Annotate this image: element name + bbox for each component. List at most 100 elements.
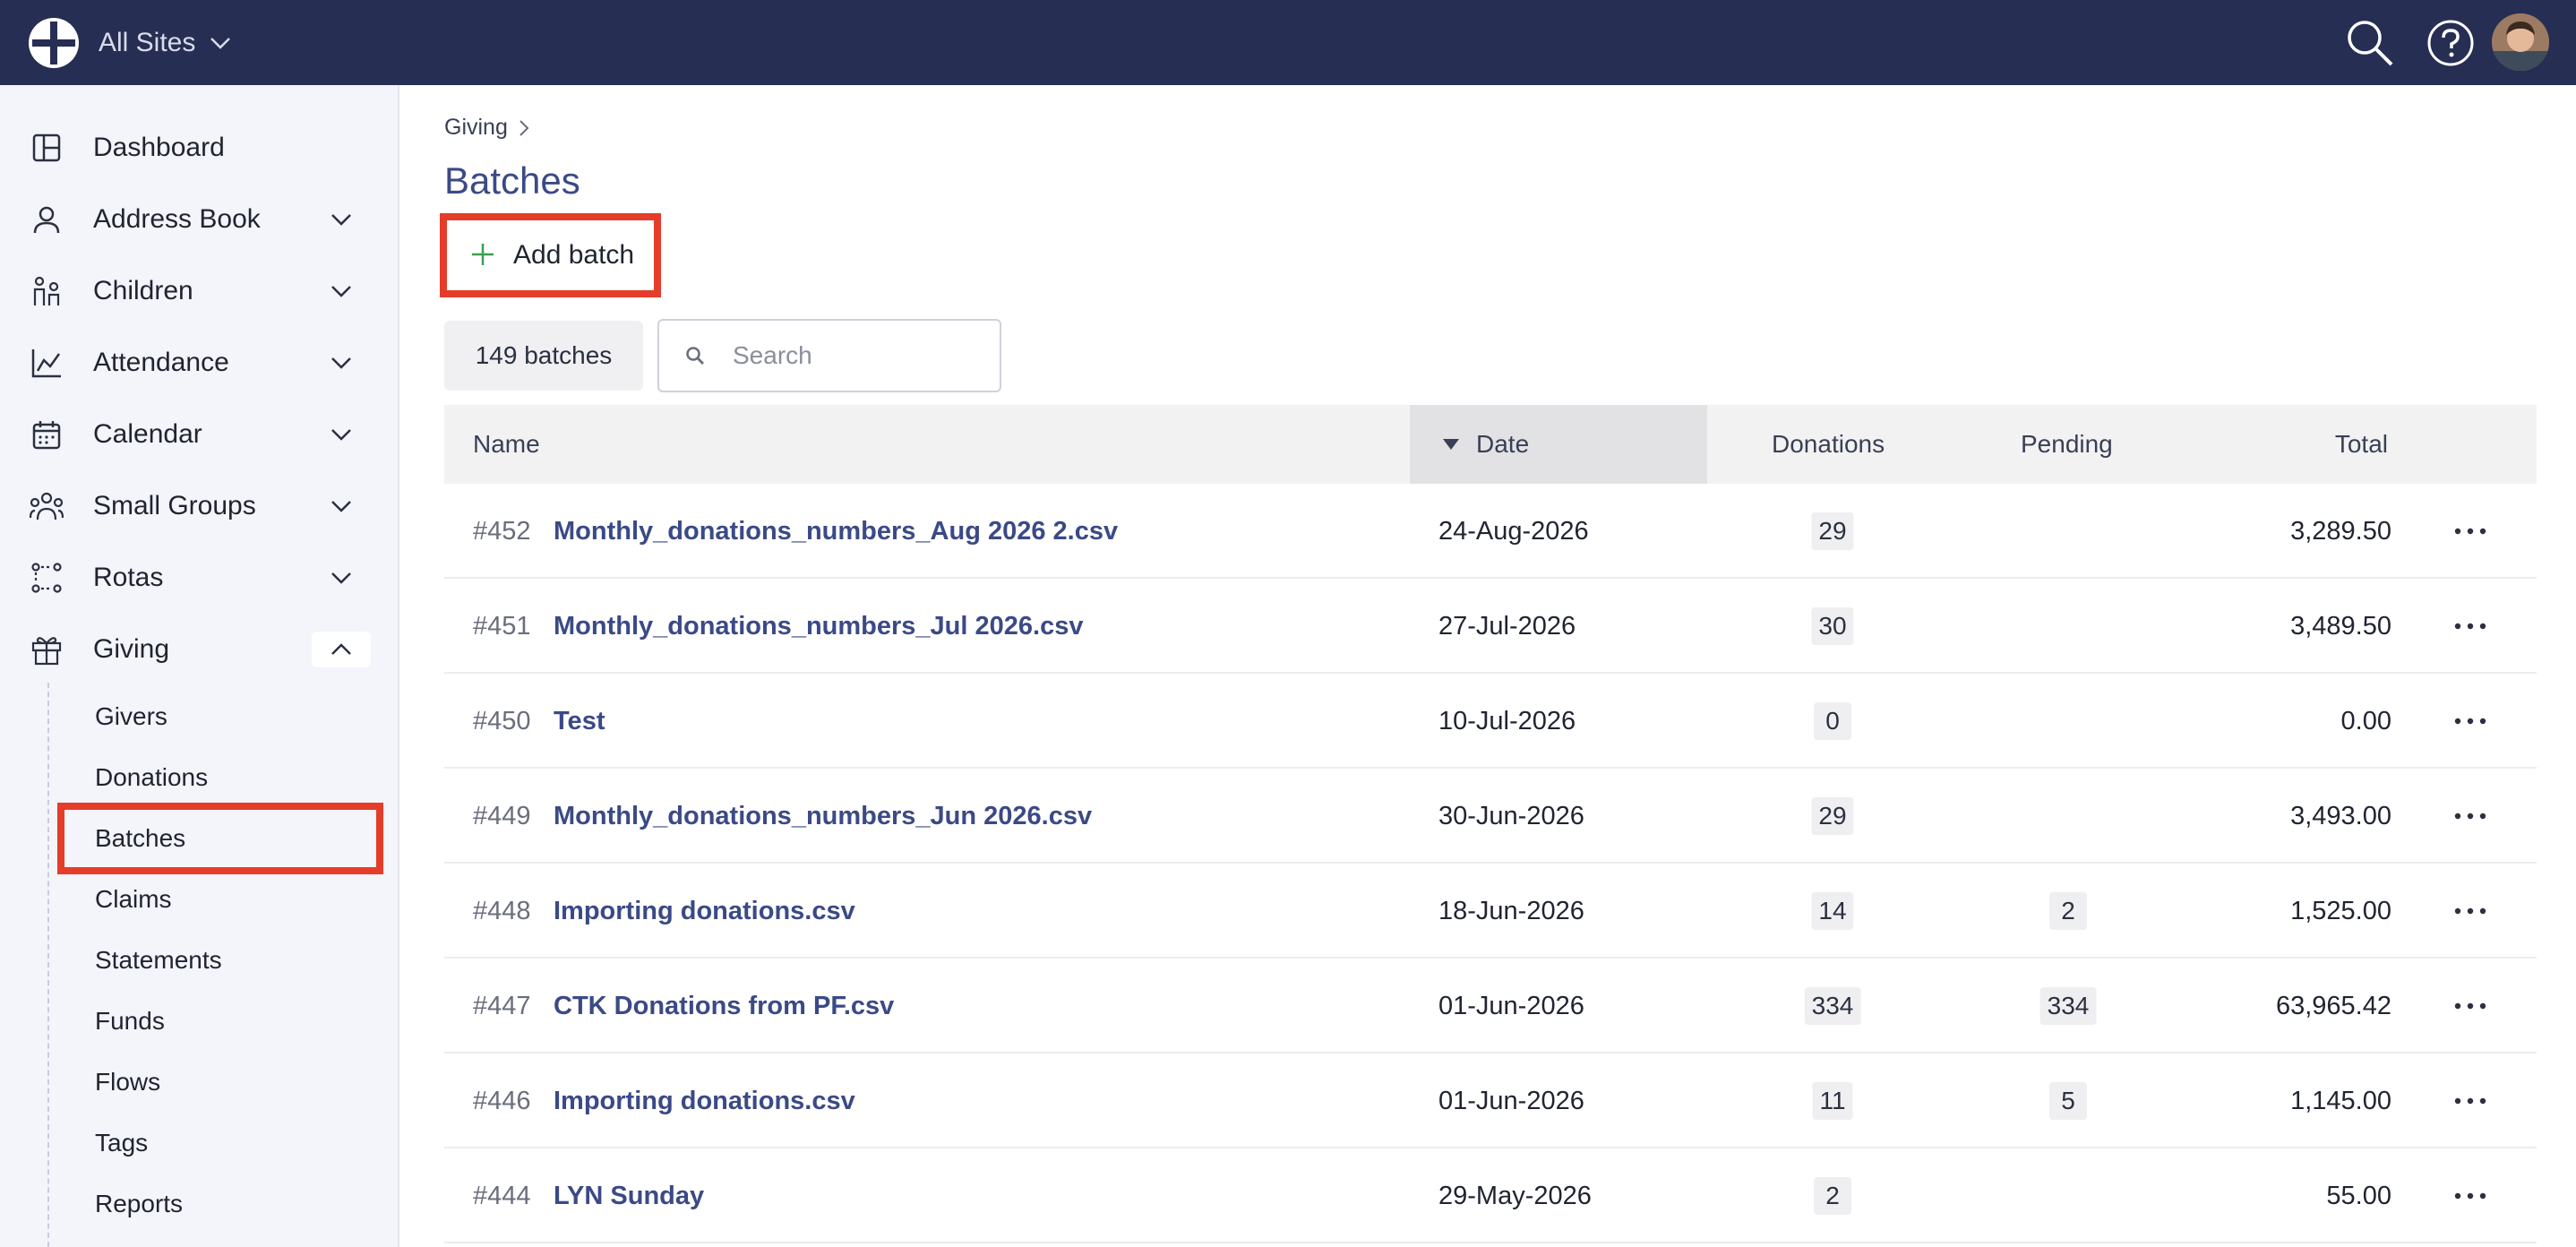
sidebar-item-label: Dashboard: [93, 133, 225, 162]
batch-id: #446: [473, 1086, 531, 1115]
donations-count-badge: 14: [1811, 892, 1854, 930]
more-actions-icon[interactable]: [2443, 509, 2497, 554]
sidebar-subitem-reports[interactable]: Reports: [95, 1184, 183, 1224]
batch-total: 1,525.00: [2290, 896, 2391, 925]
more-actions-icon[interactable]: [2443, 604, 2497, 649]
batch-name-link[interactable]: Importing donations.csv: [554, 1054, 855, 1148]
sidebar-item-address-book[interactable]: Address Book: [0, 188, 399, 251]
breadcrumb[interactable]: Giving: [444, 115, 529, 141]
table-row[interactable]: #448 Importing donations.csv 18-Jun-2026 14…: [444, 864, 2537, 959]
sidebar-item-attendance[interactable]: Attendance: [0, 331, 399, 394]
table-row[interactable]: #444 LYN Sunday 29-May-2026 2 55.00: [444, 1148, 2537, 1243]
column-header-name[interactable]: Name: [473, 405, 540, 484]
chevron-up-icon[interactable]: [312, 632, 371, 667]
table-row[interactable]: #451 Monthly_donations_numbers_Jul 2026.c…: [444, 579, 2537, 674]
person-icon: [29, 202, 64, 237]
batch-name-link[interactable]: Test: [554, 674, 605, 769]
sidebar-subitem-funds[interactable]: Funds: [95, 1002, 165, 1041]
help-icon[interactable]: [2424, 16, 2477, 70]
sidebar-subitem-donations[interactable]: Donations: [95, 758, 208, 797]
sidebar-item-label: Small Groups: [93, 491, 256, 520]
app-logo-icon[interactable]: [27, 16, 81, 70]
chevron-down-icon[interactable]: [312, 417, 371, 452]
chevron-down-icon[interactable]: [312, 560, 371, 596]
column-header-date[interactable]: Date: [1410, 405, 1707, 484]
batch-total: 3,289.50: [2290, 516, 2391, 546]
search-input[interactable]: [733, 341, 983, 370]
pending-count-badge: 2: [2049, 892, 2087, 930]
donations-count-badge: 2: [1814, 1177, 1851, 1215]
pending-count-badge: 334: [2039, 987, 2097, 1025]
batch-id: #444: [473, 1181, 531, 1210]
batch-date: 18-Jun-2026: [1438, 896, 1584, 925]
chevron-down-icon[interactable]: [312, 488, 371, 524]
donations-count-badge: 30: [1811, 607, 1854, 645]
site-selector-label: All Sites: [99, 28, 196, 57]
search-field[interactable]: [657, 319, 1001, 392]
add-batch-button[interactable]: Add batch: [440, 213, 661, 297]
chevron-down-icon[interactable]: [312, 345, 371, 381]
more-actions-icon[interactable]: [2443, 984, 2497, 1028]
batch-id: #447: [473, 991, 531, 1020]
sidebar-item-giving[interactable]: Giving: [0, 618, 399, 681]
more-actions-icon[interactable]: [2443, 1174, 2497, 1218]
batch-name-link[interactable]: Monthly_donations_numbers_Jul 2026.csv: [554, 579, 1083, 674]
batch-total: 63,965.42: [2275, 991, 2391, 1020]
batch-id: #450: [473, 706, 531, 735]
column-header-donations[interactable]: Donations: [1772, 405, 1885, 484]
donations-count-badge: 0: [1814, 702, 1851, 740]
batch-date: 24-Aug-2026: [1438, 516, 1589, 546]
column-header-total[interactable]: Total: [2331, 405, 2388, 484]
more-actions-icon[interactable]: [2443, 699, 2497, 744]
sidebar-subitem-givers[interactable]: Givers: [95, 697, 167, 736]
column-header-pending[interactable]: Pending: [2021, 405, 2113, 484]
donations-count-badge: 29: [1811, 512, 1854, 550]
table-row[interactable]: #450 Test 10-Jul-2026 0 0.00: [444, 674, 2537, 769]
sidebar-subitem-claims[interactable]: Claims: [95, 880, 172, 919]
batch-name-link[interactable]: CTK Donations from PF.csv: [554, 959, 894, 1054]
sidebar-item-dashboard[interactable]: Dashboard: [0, 116, 399, 179]
sidebar-subitem-tags[interactable]: Tags: [95, 1123, 148, 1163]
sidebar-item-children[interactable]: Children: [0, 260, 399, 322]
table-row[interactable]: #452 Monthly_donations_numbers_Aug 2026 2…: [444, 484, 2537, 579]
sidebar-subitem-statements[interactable]: Statements: [95, 941, 222, 980]
table-header: Name Date Donations Pending Total: [444, 405, 2537, 484]
batch-name-link[interactable]: Monthly_donations_numbers_Aug 2026 2.csv: [554, 484, 1118, 579]
batch-name-link[interactable]: LYN Sunday: [554, 1148, 704, 1243]
user-avatar[interactable]: [2492, 13, 2549, 71]
batch-count: 149 batches: [444, 321, 643, 391]
batch-total: 55.00: [2326, 1181, 2391, 1210]
chevron-down-icon[interactable]: [312, 202, 371, 237]
breadcrumb-giving[interactable]: Giving: [444, 115, 508, 141]
sidebar-item-calendar[interactable]: Calendar: [0, 403, 399, 466]
more-actions-icon[interactable]: [2443, 889, 2497, 933]
sidebar-item-label: Attendance: [93, 348, 229, 377]
chevron-down-icon[interactable]: [312, 273, 371, 309]
column-header-date-label: Date: [1476, 430, 1530, 458]
more-actions-icon[interactable]: [2443, 794, 2497, 838]
dashboard-icon: [29, 130, 64, 166]
sidebar-item-label: Children: [93, 276, 193, 305]
batch-name-link[interactable]: Monthly_donations_numbers_Jun 2026.csv: [554, 769, 1092, 864]
more-actions-icon[interactable]: [2443, 1079, 2497, 1123]
table-row[interactable]: #446 Importing donations.csv 01-Jun-2026 11…: [444, 1054, 2537, 1148]
submenu-rail: [47, 683, 49, 1247]
sort-desc-icon: [1443, 439, 1459, 450]
table-row[interactable]: #447 CTK Donations from PF.csv 01-Jun-2026…: [444, 959, 2537, 1054]
search-icon[interactable]: [2343, 16, 2397, 70]
batch-name-link[interactable]: Importing donations.csv: [554, 864, 855, 959]
site-selector[interactable]: All Sites: [99, 23, 231, 63]
table-row[interactable]: #449 Monthly_donations_numbers_Jun 2026.c…: [444, 769, 2537, 864]
sidebar-item-label: Rotas: [93, 563, 164, 592]
page-title: Batches: [444, 159, 580, 202]
group-icon: [29, 488, 64, 524]
batch-date: 30-Jun-2026: [1438, 801, 1584, 830]
calendar-icon: [29, 417, 64, 452]
search-icon: [686, 347, 704, 365]
sidebar-item-small-groups[interactable]: Small Groups: [0, 475, 399, 538]
sidebar-item-rotas[interactable]: Rotas: [0, 546, 399, 609]
batch-total: 3,493.00: [2290, 801, 2391, 830]
chart-icon: [29, 345, 64, 381]
batch-id: #448: [473, 896, 531, 925]
sidebar-subitem-flows[interactable]: Flows: [95, 1062, 160, 1102]
